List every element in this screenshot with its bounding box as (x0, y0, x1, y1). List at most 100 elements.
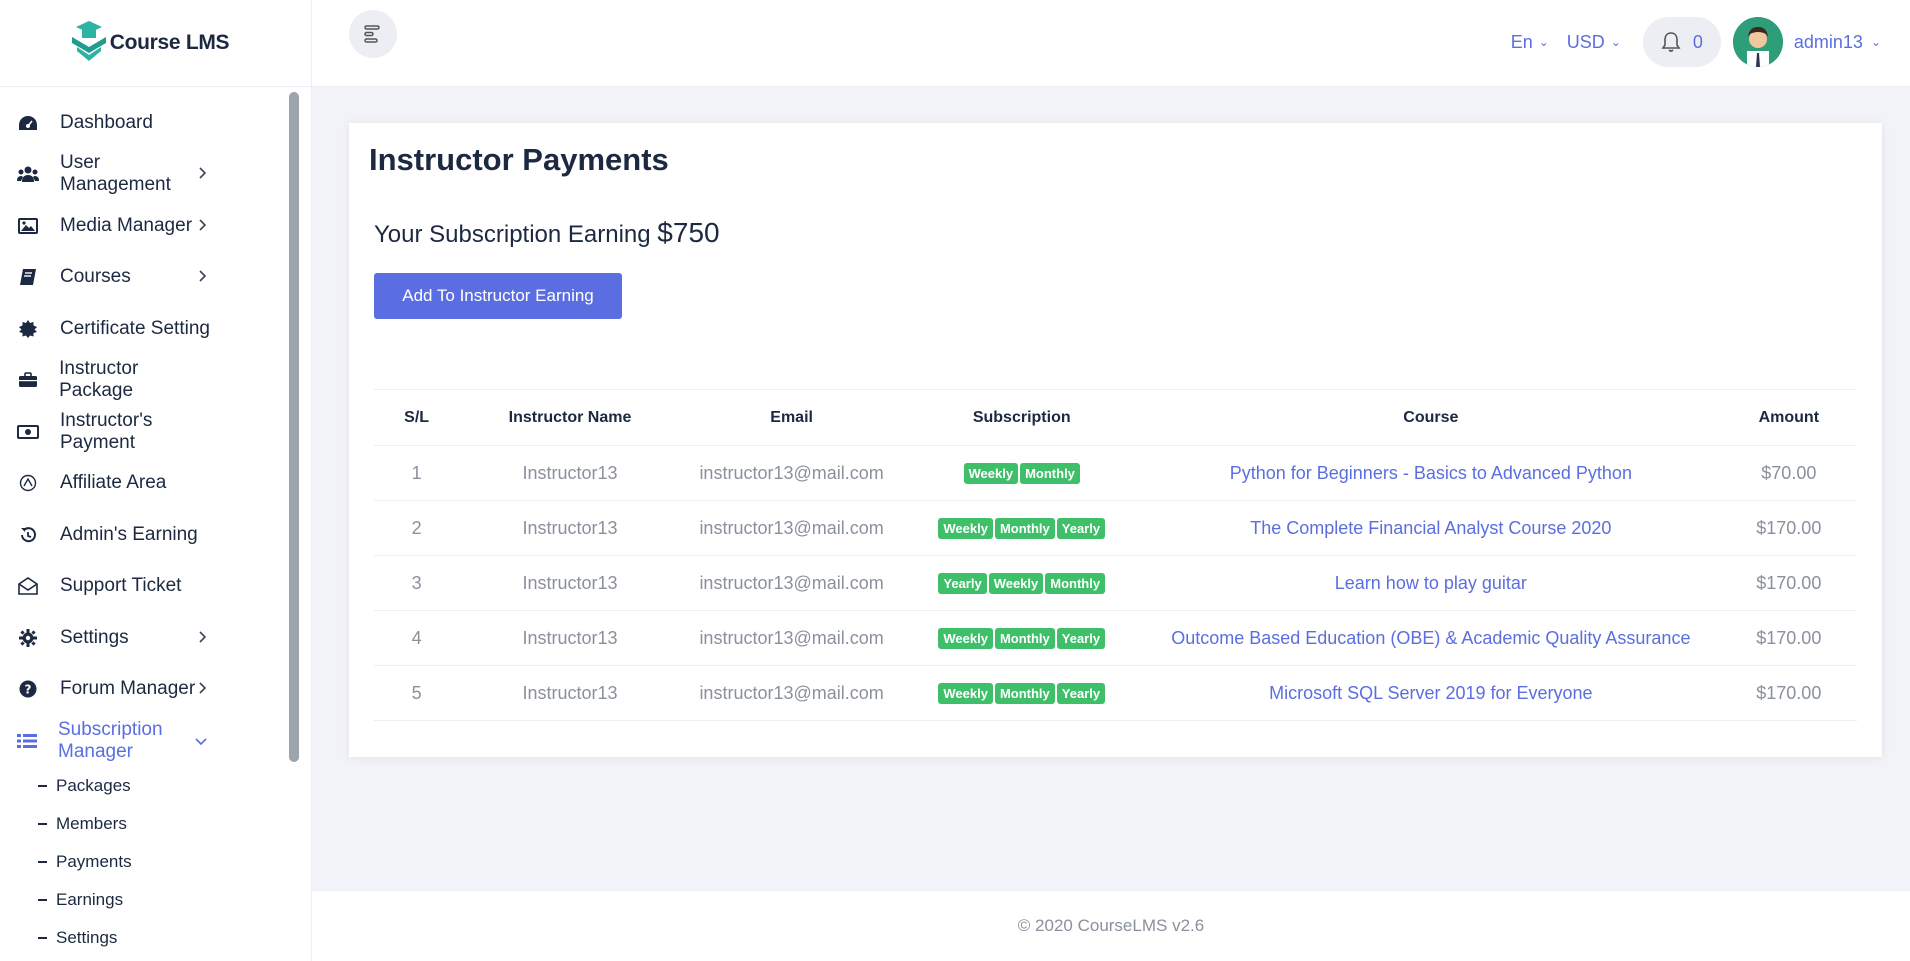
dash-icon (38, 822, 47, 825)
sidebar-item-label: Dashboard (60, 111, 153, 133)
sidebar-item-dashboard[interactable]: Dashboard (0, 97, 311, 149)
sidebar-item-label: Forum Manager (60, 678, 196, 700)
chevron-down-icon: ⌄ (1870, 35, 1881, 49)
submenu-item-members[interactable]: Members (38, 805, 311, 843)
sidebar-item-certificate-setting[interactable]: Certificate Setting (0, 303, 311, 355)
sidebar-scrollbar[interactable] (289, 92, 299, 762)
sidebar-item-label: Support Ticket (60, 575, 182, 597)
cell-instructor-name: Instructor13 (459, 665, 681, 721)
currency-dropdown[interactable]: USD ⌄ (1567, 32, 1621, 53)
chevron-right-icon (199, 166, 207, 182)
cell-instructor-name: Instructor13 (459, 500, 681, 556)
avatar[interactable] (1732, 17, 1783, 67)
scrollbar-thumb[interactable] (289, 92, 299, 762)
brand[interactable]: Course LMS (0, 0, 311, 87)
cell-course-link[interactable]: Outcome Based Education (OBE) & Academic… (1141, 610, 1721, 666)
column-header-amount: Amount (1720, 389, 1857, 446)
sidebar-item-instructor-s-payment[interactable]: Instructor's Payment (0, 406, 311, 458)
subscription-badge: Monthly (994, 683, 1055, 704)
cell-course-link[interactable]: Learn how to play guitar (1141, 555, 1721, 611)
sidebar-item-label: Instructor Package (59, 358, 139, 402)
chevron-right-icon (199, 630, 207, 646)
svg-text:?: ? (25, 683, 32, 697)
dash-icon (38, 936, 47, 939)
subscription-badge: Weekly (938, 518, 993, 539)
sidebar-item-subscription-manager[interactable]: Subscription Manager (0, 715, 311, 767)
subscription-earning: Your Subscription Earning $750 (374, 217, 720, 249)
cell-sl: 4 (374, 610, 460, 666)
cell-amount: $170.00 (1720, 665, 1857, 721)
sidebar-nav: Dashboard User Management Media Manager Cou… (0, 87, 311, 767)
earning-value: $750 (657, 217, 720, 248)
sidebar-item-label: User Management (60, 152, 171, 196)
dash-icon (38, 898, 47, 901)
footer-text: © 2020 CourseLMS v2.6 (1017, 916, 1205, 935)
submenu-item-packages[interactable]: Packages (38, 767, 311, 805)
cell-email: instructor13@mail.com (680, 610, 903, 666)
sidebar-item-media-manager[interactable]: Media Manager (0, 200, 311, 252)
payments-table: S/L Instructor Name Email Subscription Cours… (374, 389, 1857, 721)
cell-course-link[interactable]: Microsoft SQL Server 2019 for Everyone (1141, 665, 1721, 721)
notifications-button[interactable]: 0 (1642, 17, 1721, 67)
column-header-subscription: Subscription (902, 389, 1142, 446)
submenu-item-earnings[interactable]: Earnings (38, 881, 311, 919)
menu-toggle-button[interactable] (349, 10, 397, 58)
cell-email: instructor13@mail.com (680, 500, 903, 556)
submenu-subscription: Packages Members Payments Earnings Settings (0, 767, 311, 957)
submenu-item-label: Members (56, 813, 127, 833)
cell-subscription: Weekly Monthly Yearly (902, 610, 1142, 666)
cell-instructor-name: Instructor13 (459, 445, 681, 501)
table-row: 2 Instructor13 instructor13@mail.com Weekly… (374, 500, 1857, 556)
footer: © 2020 CourseLMS v2.6 (312, 890, 1910, 961)
submenu-item-label: Payments (56, 851, 132, 871)
earning-label: Your Subscription Earning (374, 221, 651, 248)
submenu-item-settings[interactable]: Settings (38, 919, 311, 957)
column-header-sl: S/L (374, 389, 460, 446)
subscription-badge: Monthly (1045, 573, 1106, 594)
cell-subscription: Weekly Monthly Yearly (902, 665, 1142, 721)
language-value: En (1510, 31, 1533, 52)
language-dropdown[interactable]: En ⌄ (1511, 32, 1549, 53)
submenu-item-label: Earnings (56, 889, 124, 909)
sidebar-item-settings[interactable]: Settings (0, 612, 311, 664)
chevron-right-icon (199, 218, 207, 234)
chevron-right-icon (199, 681, 207, 697)
sidebar-item-support-ticket[interactable]: Support Ticket (0, 561, 311, 613)
cell-subscription: Weekly Monthly Yearly (902, 500, 1142, 556)
dashboard-icon (17, 112, 39, 134)
sidebar-item-label: Instructor's Payment (60, 409, 153, 453)
certificate-icon (17, 318, 39, 340)
cell-subscription: Yearly Weekly Monthly (902, 555, 1142, 611)
sidebar-item-affiliate-area[interactable]: Affiliate Area (0, 458, 311, 510)
submenu-item-label: Packages (56, 775, 131, 795)
cell-sl: 1 (374, 445, 460, 501)
chevron-down-icon: ⌄ (1538, 35, 1549, 49)
cell-email: instructor13@mail.com (680, 445, 903, 501)
history-icon (17, 524, 39, 546)
submenu-item-payments[interactable]: Payments (38, 843, 311, 881)
sidebar-item-label: Courses (60, 266, 131, 288)
sidebar-item-label: Admin's Earning (60, 523, 198, 545)
cell-amount: $170.00 (1720, 500, 1857, 556)
chevron-down-icon (195, 733, 207, 749)
cell-amount: $170.00 (1720, 610, 1857, 666)
cell-email: instructor13@mail.com (680, 555, 903, 611)
logo-icon (71, 21, 106, 65)
sidebar-item-courses[interactable]: Courses (0, 252, 311, 304)
sidebar-item-user-management[interactable]: User Management (0, 149, 311, 201)
cell-sl: 5 (374, 665, 460, 721)
table-body: 1 Instructor13 instructor13@mail.com Weekly… (374, 445, 1857, 721)
sidebar-item-forum-manager[interactable]: ? Forum Manager (0, 664, 311, 716)
column-header-course: Course (1141, 389, 1721, 446)
user-menu[interactable]: admin13 ⌄ (1794, 32, 1881, 53)
dash-icon (38, 860, 47, 863)
cell-course-link[interactable]: The Complete Financial Analyst Course 20… (1141, 500, 1721, 556)
sidebar-item-instructor-package[interactable]: Instructor Package (0, 355, 311, 407)
column-header-email: Email (680, 389, 903, 446)
add-to-instructor-earning-button[interactable]: Add To Instructor Earning (374, 273, 622, 319)
sidebar-item-admin-s-earning[interactable]: Admin's Earning (0, 509, 311, 561)
subscription-badge: Yearly (1056, 518, 1106, 539)
page-title: Instructor Payments (369, 142, 669, 177)
table-row: 4 Instructor13 instructor13@mail.com Weekly… (374, 610, 1857, 666)
cell-course-link[interactable]: Python for Beginners - Basics to Advance… (1141, 445, 1721, 501)
